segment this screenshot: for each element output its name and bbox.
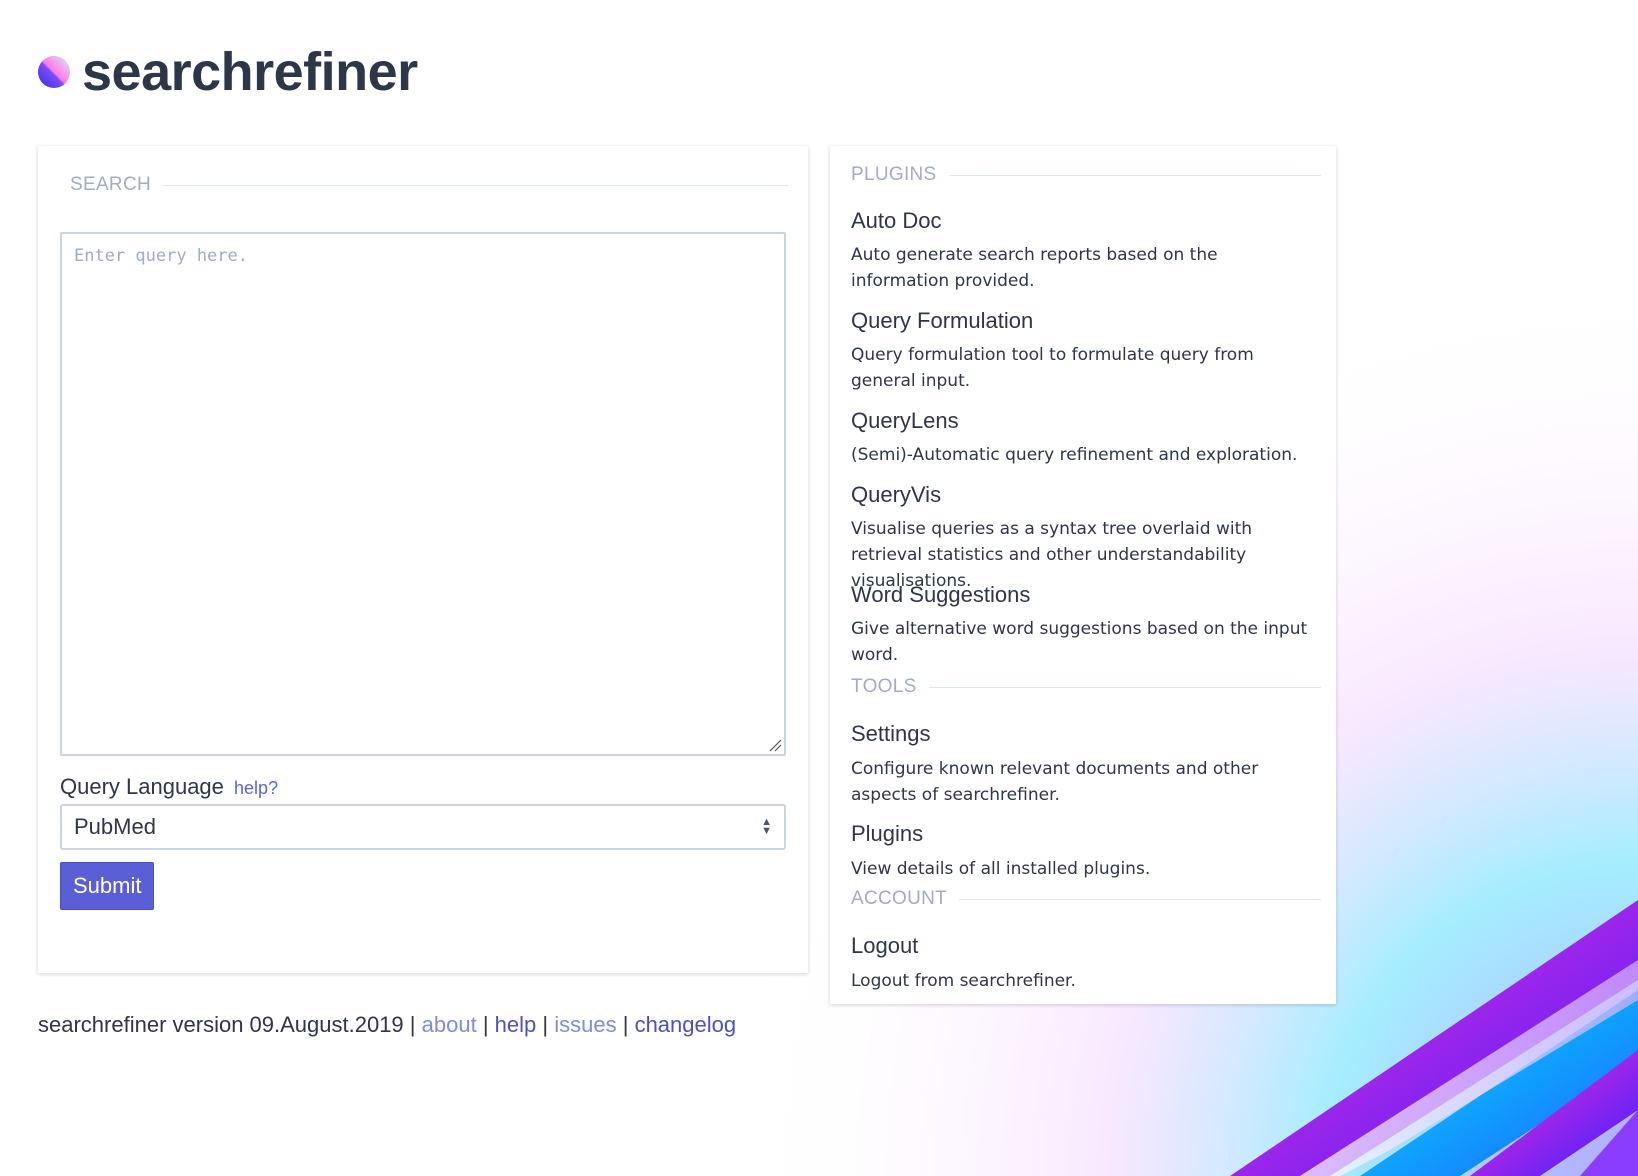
search-legend-rule (162, 184, 788, 186)
plugins-legend-rule (948, 174, 1321, 176)
tool-title-settings[interactable]: Settings (851, 721, 931, 747)
plugin-title-queryvis[interactable]: QueryVis (851, 482, 941, 508)
account-desc-logout: Logout from searchrefiner. (851, 971, 1076, 991)
tools-legend: TOOLS (851, 676, 1321, 698)
plugins-card: PLUGINS Auto Doc Auto generate search re… (830, 146, 1336, 1004)
plugin-desc-word-suggestions: Give alternative word suggestions based … (851, 619, 1308, 665)
tool-title-plugins[interactable]: Plugins (851, 821, 923, 847)
version-text: searchrefiner version 09.August.2019 (38, 1012, 404, 1037)
footer: searchrefiner version 09.August.2019 | a… (38, 1012, 736, 1038)
search-legend: SEARCH (70, 174, 788, 196)
plugin-title-auto-doc[interactable]: Auto Doc (851, 208, 942, 234)
query-language-label: Query Language (60, 774, 224, 799)
about-link[interactable]: about (422, 1012, 477, 1037)
plugin-title-query-formulation[interactable]: Query Formulation (851, 308, 1033, 334)
searchrefiner-logo-icon (38, 56, 70, 88)
search-legend-label: SEARCH (70, 174, 151, 195)
tools-legend-label: TOOLS (851, 676, 917, 697)
query-input[interactable] (60, 232, 786, 756)
plugins-legend-label: PLUGINS (851, 164, 937, 185)
plugins-legend: PLUGINS (851, 164, 1321, 186)
app-title: searchrefiner (82, 42, 418, 102)
account-title-logout[interactable]: Logout (851, 933, 918, 959)
app-header: searchrefiner (38, 40, 418, 104)
query-language-selected: PubMed (74, 814, 156, 839)
plugin-title-querylens[interactable]: QueryLens (851, 408, 959, 434)
plugin-desc-auto-doc: Auto generate search reports based on th… (851, 245, 1218, 291)
changelog-link[interactable]: changelog (635, 1012, 737, 1037)
issues-link[interactable]: issues (554, 1012, 616, 1037)
select-arrows-icon: ▲ ▼ (761, 816, 772, 837)
plugin-desc-querylens: (Semi)-Automatic query refinement and ex… (851, 445, 1298, 465)
tool-desc-plugins: View details of all installed plugins. (851, 859, 1151, 879)
resize-grip-icon[interactable] (768, 738, 782, 752)
search-card: SEARCH Query Language help? PubMed ▲▼ Su… (38, 146, 808, 973)
query-language-help-link[interactable]: help? (234, 778, 278, 798)
tools-legend-rule (928, 686, 1321, 688)
account-legend-label: ACCOUNT (851, 888, 948, 909)
footer-separator: | (622, 1012, 629, 1037)
submit-button[interactable]: Submit (60, 862, 155, 910)
query-language-select[interactable]: PubMed ▲ ▼ (60, 804, 786, 850)
account-legend: ACCOUNT (851, 888, 1321, 910)
plugin-desc-query-formulation: Query formulation tool to formulate quer… (851, 345, 1254, 391)
help-link[interactable]: help (495, 1012, 537, 1037)
plugin-title-word-suggestions[interactable]: Word Suggestions (851, 582, 1030, 608)
query-language-row: Query Language help? (60, 774, 278, 800)
footer-separator: | (482, 1012, 489, 1037)
account-legend-rule (959, 898, 1321, 900)
tool-desc-settings: Configure known relevant documents and o… (851, 759, 1259, 805)
footer-separator: | (409, 1012, 416, 1037)
footer-separator: | (542, 1012, 549, 1037)
